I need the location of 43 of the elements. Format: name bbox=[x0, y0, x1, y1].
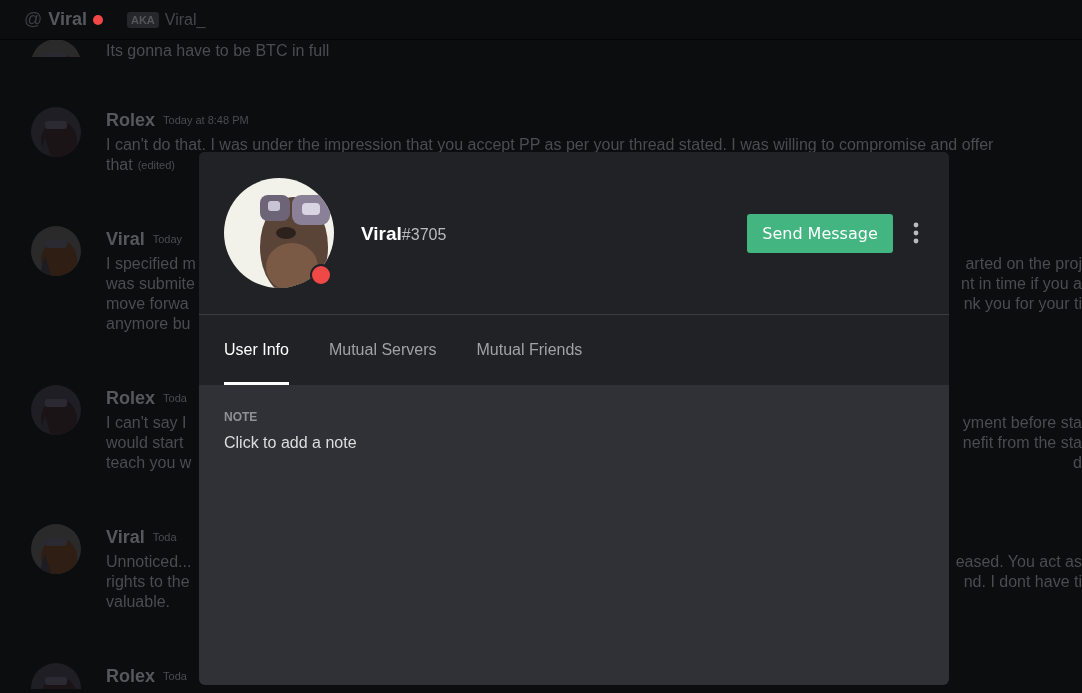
message-text: Its gonna have to be BTC in full bbox=[106, 42, 330, 60]
username: Viral bbox=[361, 223, 402, 245]
message-text: anymore bu bbox=[106, 315, 191, 333]
timestamp: Toda bbox=[163, 670, 187, 682]
more-icon[interactable] bbox=[913, 222, 919, 244]
note-label: NOTE bbox=[224, 410, 258, 424]
message-text: valuable. bbox=[106, 593, 171, 611]
message-text: teach you w bbox=[106, 454, 192, 472]
message-text: Unnoticed... bbox=[106, 553, 192, 571]
message-text: yment before sta bbox=[962, 414, 1082, 432]
message-text: nd. I dont have ti bbox=[963, 573, 1082, 591]
note-field[interactable]: Click to add a note bbox=[224, 434, 524, 452]
message-text: rights to the bbox=[106, 573, 190, 591]
author-name: Rolex bbox=[106, 387, 156, 409]
timestamp: Today bbox=[152, 233, 183, 245]
author-name: Rolex bbox=[106, 665, 156, 687]
author-name: Viral bbox=[106, 526, 145, 548]
message-text: eased. You act as bbox=[955, 553, 1082, 571]
timestamp: Today at 8:48 PM bbox=[163, 114, 249, 126]
message-text: d bbox=[1073, 454, 1082, 472]
message-text: arted on the proj bbox=[965, 255, 1082, 273]
message-text: I can't do that. I was under the impression that you accept PP as per your thread stated. I was willing to compromise and offer bbox=[106, 136, 994, 154]
discriminator: #3705 bbox=[401, 226, 447, 244]
at-sign: @ bbox=[24, 9, 43, 30]
message-text: nk you for your ti bbox=[963, 295, 1082, 313]
message-text: nefit from the sta bbox=[962, 434, 1082, 452]
tab[interactable]: Mutual Friends bbox=[476, 315, 583, 385]
message-text: would start bbox=[106, 434, 184, 452]
message-text: I specified m bbox=[106, 255, 196, 273]
tab[interactable]: Mutual Servers bbox=[328, 315, 437, 385]
channel-name: Viral bbox=[48, 9, 87, 30]
edited-label: (edited) bbox=[137, 159, 175, 171]
author-name: Rolex bbox=[106, 109, 156, 131]
message-text: move forwa bbox=[106, 295, 189, 313]
message-text: that bbox=[106, 156, 133, 174]
author-name: Viral bbox=[106, 228, 145, 250]
tab[interactable]: User Info bbox=[224, 315, 289, 385]
timestamp: Toda bbox=[163, 392, 187, 404]
message-text: I can't say I bbox=[106, 414, 187, 432]
timestamp: Toda bbox=[152, 531, 177, 543]
message-text: nt in time if you a bbox=[961, 275, 1082, 293]
alias-name: Viral_ bbox=[164, 10, 206, 29]
message-text: was submite bbox=[106, 275, 195, 293]
